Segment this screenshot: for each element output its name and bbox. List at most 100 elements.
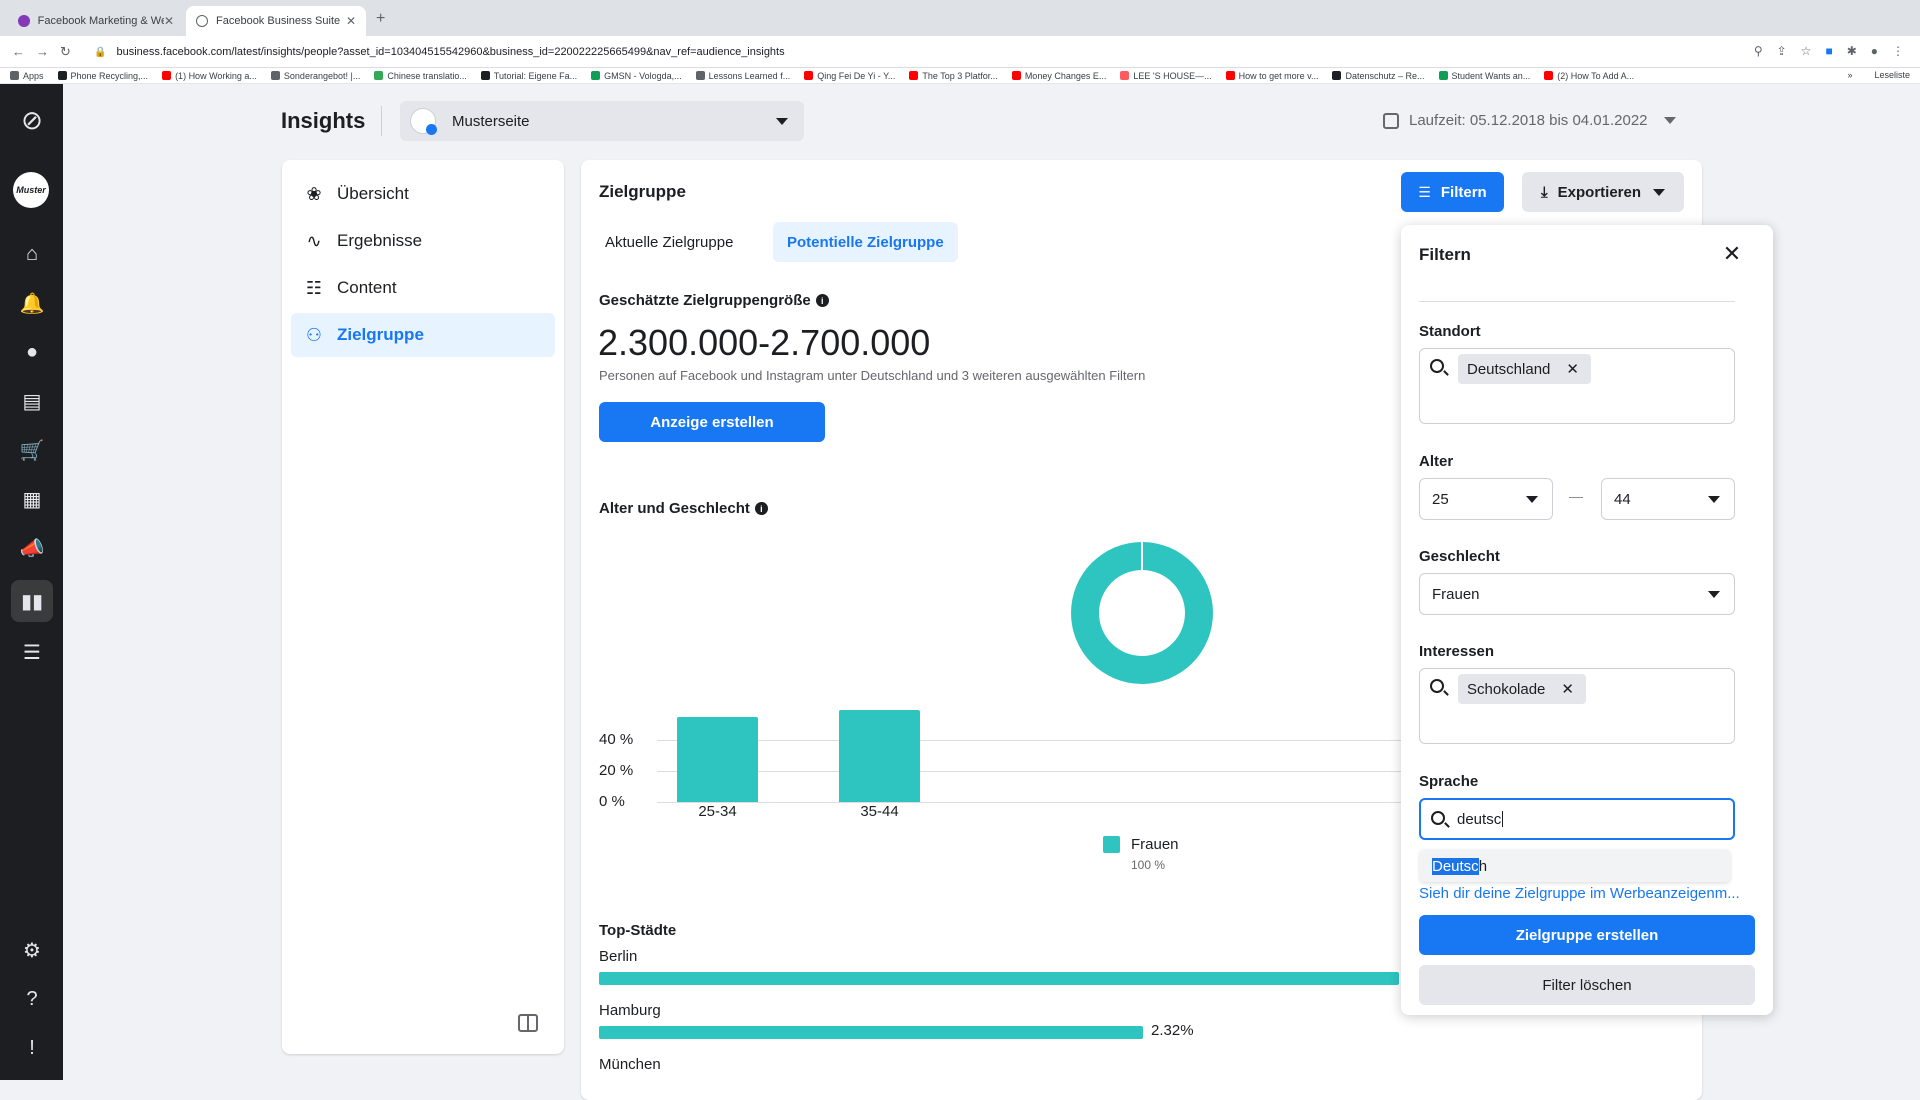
commerce-icon[interactable]: 🛒 bbox=[20, 438, 45, 462]
create-audience-button[interactable]: Zielgruppe erstellen bbox=[1419, 915, 1755, 955]
bookmark-item[interactable]: (2) How To Add A... bbox=[1544, 71, 1634, 81]
top-cities-label: Top-Städte bbox=[599, 922, 677, 939]
clear-filters-button[interactable]: Filter löschen bbox=[1419, 965, 1755, 1005]
bookmark-item[interactable]: Phone Recycling,... bbox=[57, 71, 148, 81]
info-icon[interactable]: i bbox=[815, 294, 829, 307]
bookmark-label: Qing Fei De Yi - Y... bbox=[817, 70, 896, 81]
filter-button-label: Filtern bbox=[1440, 183, 1487, 201]
planner-icon[interactable]: ▦ bbox=[20, 487, 44, 511]
page-selector[interactable]: Musterseite bbox=[400, 101, 804, 141]
remove-chip-icon[interactable]: ✕ bbox=[1561, 680, 1574, 698]
browser-tab-0[interactable]: Facebook Marketing & Werbea ✕ bbox=[8, 6, 184, 36]
share-icon[interactable]: ⇪ bbox=[1777, 44, 1787, 58]
bookmark-item[interactable]: Datenschutz – Re... bbox=[1332, 70, 1425, 81]
bookmark-label: Student Wants an... bbox=[1451, 70, 1531, 81]
forward-icon[interactable]: → bbox=[36, 44, 49, 59]
nav-item-3[interactable]: ⚇ Zielgruppe bbox=[291, 313, 555, 357]
nav-item-2[interactable]: ☷ Content bbox=[291, 266, 555, 310]
close-icon[interactable]: ✕ bbox=[1719, 241, 1745, 267]
bookmark-item[interactable]: Student Wants an... bbox=[1438, 70, 1531, 81]
bookmark-item[interactable]: Sonderangebot! |... bbox=[270, 71, 360, 81]
bookmarks-overflow-icon[interactable]: » bbox=[1847, 70, 1852, 80]
bookmark-item[interactable]: GMSN - Vologda,... bbox=[591, 71, 682, 81]
all-tools-icon[interactable]: ☰ bbox=[20, 640, 44, 664]
menu-icon[interactable]: ⋮ bbox=[1892, 44, 1904, 58]
bookmark-item[interactable]: (1) How Working a... bbox=[162, 71, 257, 81]
help-icon[interactable]: ? bbox=[20, 987, 44, 1011]
bookmark-item[interactable]: LEE 'S HOUSE—... bbox=[1120, 71, 1212, 81]
bookmark-item[interactable]: Lessons Learned f... bbox=[695, 71, 790, 81]
nav-item-1[interactable]: ∿ Ergebnisse bbox=[291, 219, 555, 263]
page-avatar bbox=[410, 108, 437, 135]
bookmark-item[interactable]: Tutorial: Eigene Fa... bbox=[480, 71, 577, 81]
bookmark-label: Datenschutz – Re... bbox=[1345, 70, 1425, 81]
section-title: Zielgruppe bbox=[599, 182, 686, 201]
tab-potential-audience[interactable]: Potentielle Zielgruppe bbox=[773, 222, 958, 262]
filter-button[interactable]: ☰ Filtern bbox=[1401, 172, 1504, 212]
collapse-sidebar-icon[interactable] bbox=[518, 1014, 538, 1032]
home-icon[interactable]: ⌂ bbox=[20, 242, 44, 266]
reading-list[interactable]: » Leseliste bbox=[1847, 70, 1910, 80]
date-range-picker[interactable]: Laufzeit: 05.12.2018 bis 04.01.2022 bbox=[1383, 112, 1676, 129]
language-input[interactable]: deutsc bbox=[1419, 798, 1735, 840]
nav-item-label: Übersicht bbox=[337, 184, 409, 203]
meta-logo-icon[interactable]: ⊘ bbox=[20, 105, 44, 135]
bookmark-item[interactable]: Apps bbox=[10, 71, 44, 81]
bookmark-item[interactable]: Qing Fei De Yi - Y... bbox=[804, 71, 895, 81]
profile-icon[interactable]: ● bbox=[1871, 44, 1878, 58]
nav-item-0[interactable]: ❀ Übersicht bbox=[291, 172, 555, 216]
age-min-select[interactable]: 25 bbox=[1419, 478, 1553, 520]
interests-field[interactable]: Schokolade ✕ bbox=[1419, 668, 1735, 744]
avatar[interactable]: Muster bbox=[13, 172, 49, 208]
bookmark-favicon-icon bbox=[1544, 71, 1554, 80]
extensions-icon[interactable]: ✱ bbox=[1847, 44, 1857, 58]
export-button[interactable]: ⤓ Exportieren bbox=[1522, 172, 1684, 212]
create-ad-button[interactable]: Anzeige erstellen bbox=[599, 402, 825, 442]
bookmark-favicon-icon bbox=[162, 71, 172, 80]
bookmark-favicon-icon bbox=[1438, 71, 1448, 80]
remove-chip-icon[interactable]: ✕ bbox=[1566, 360, 1579, 378]
city-name: Hamburg bbox=[599, 1002, 661, 1019]
bar-25-34[interactable] bbox=[677, 717, 758, 802]
feedback-icon[interactable]: ! bbox=[20, 1036, 44, 1060]
bookmark-item[interactable]: The Top 3 Platfor... bbox=[909, 71, 998, 81]
language-suggestion[interactable]: Deutsc h bbox=[1420, 850, 1730, 882]
back-icon[interactable]: ← bbox=[12, 44, 25, 59]
reload-icon[interactable]: ↻ bbox=[60, 44, 71, 60]
url-field[interactable]: 🔒 business.facebook.com/latest/insights/… bbox=[94, 42, 1744, 62]
zoom-icon[interactable]: ⚲ bbox=[1754, 44, 1763, 58]
city-bar bbox=[599, 972, 1399, 985]
insights-icon[interactable]: ▮▮ bbox=[11, 580, 53, 622]
close-tab-icon[interactable]: ✕ bbox=[164, 14, 174, 28]
bookmark-favicon-icon bbox=[270, 71, 280, 80]
posts-icon[interactable]: ▤ bbox=[20, 389, 44, 413]
bookmark-item[interactable]: How to get more v... bbox=[1225, 71, 1318, 81]
info-icon[interactable]: i bbox=[754, 502, 768, 515]
age-max-value: 44 bbox=[1614, 490, 1631, 508]
close-tab-icon[interactable]: ✕ bbox=[346, 14, 356, 28]
ads-manager-link[interactable]: Sieh dir deine Zielgruppe im Werbeanzeig… bbox=[1419, 885, 1759, 902]
bar-35-44[interactable] bbox=[839, 710, 920, 802]
settings-icon[interactable]: ⚙ bbox=[20, 938, 44, 962]
bookmark-item[interactable]: Chinese translatio... bbox=[374, 71, 467, 81]
browser-tab-1[interactable]: Facebook Business Suite ✕ bbox=[186, 6, 366, 36]
bookmark-favicon-icon bbox=[804, 71, 814, 80]
bookmark-item[interactable]: Money Changes E... bbox=[1011, 71, 1106, 81]
suggestion-rest: h bbox=[1478, 857, 1488, 875]
range-dash bbox=[1569, 497, 1583, 498]
new-tab-icon[interactable]: + bbox=[376, 10, 385, 28]
star-icon[interactable]: ☆ bbox=[1801, 44, 1812, 58]
inbox-icon[interactable]: ● bbox=[20, 340, 44, 364]
bookmark-favicon-icon bbox=[10, 71, 19, 80]
chip-label: Deutschland bbox=[1467, 360, 1551, 378]
ads-icon[interactable]: 📣 bbox=[20, 536, 45, 560]
facebook-extension-icon[interactable]: ■ bbox=[1825, 44, 1832, 58]
tab-current-audience[interactable]: Aktuelle Zielgruppe bbox=[591, 222, 747, 262]
donut-gap bbox=[1141, 542, 1143, 572]
age-max-select[interactable]: 44 bbox=[1601, 478, 1735, 520]
location-field[interactable]: Deutschland ✕ bbox=[1419, 348, 1735, 424]
city-bar bbox=[599, 1026, 1143, 1039]
notifications-icon[interactable]: 🔔 bbox=[20, 291, 45, 315]
gender-select[interactable]: Frauen bbox=[1419, 573, 1735, 615]
search-icon bbox=[1431, 811, 1445, 825]
